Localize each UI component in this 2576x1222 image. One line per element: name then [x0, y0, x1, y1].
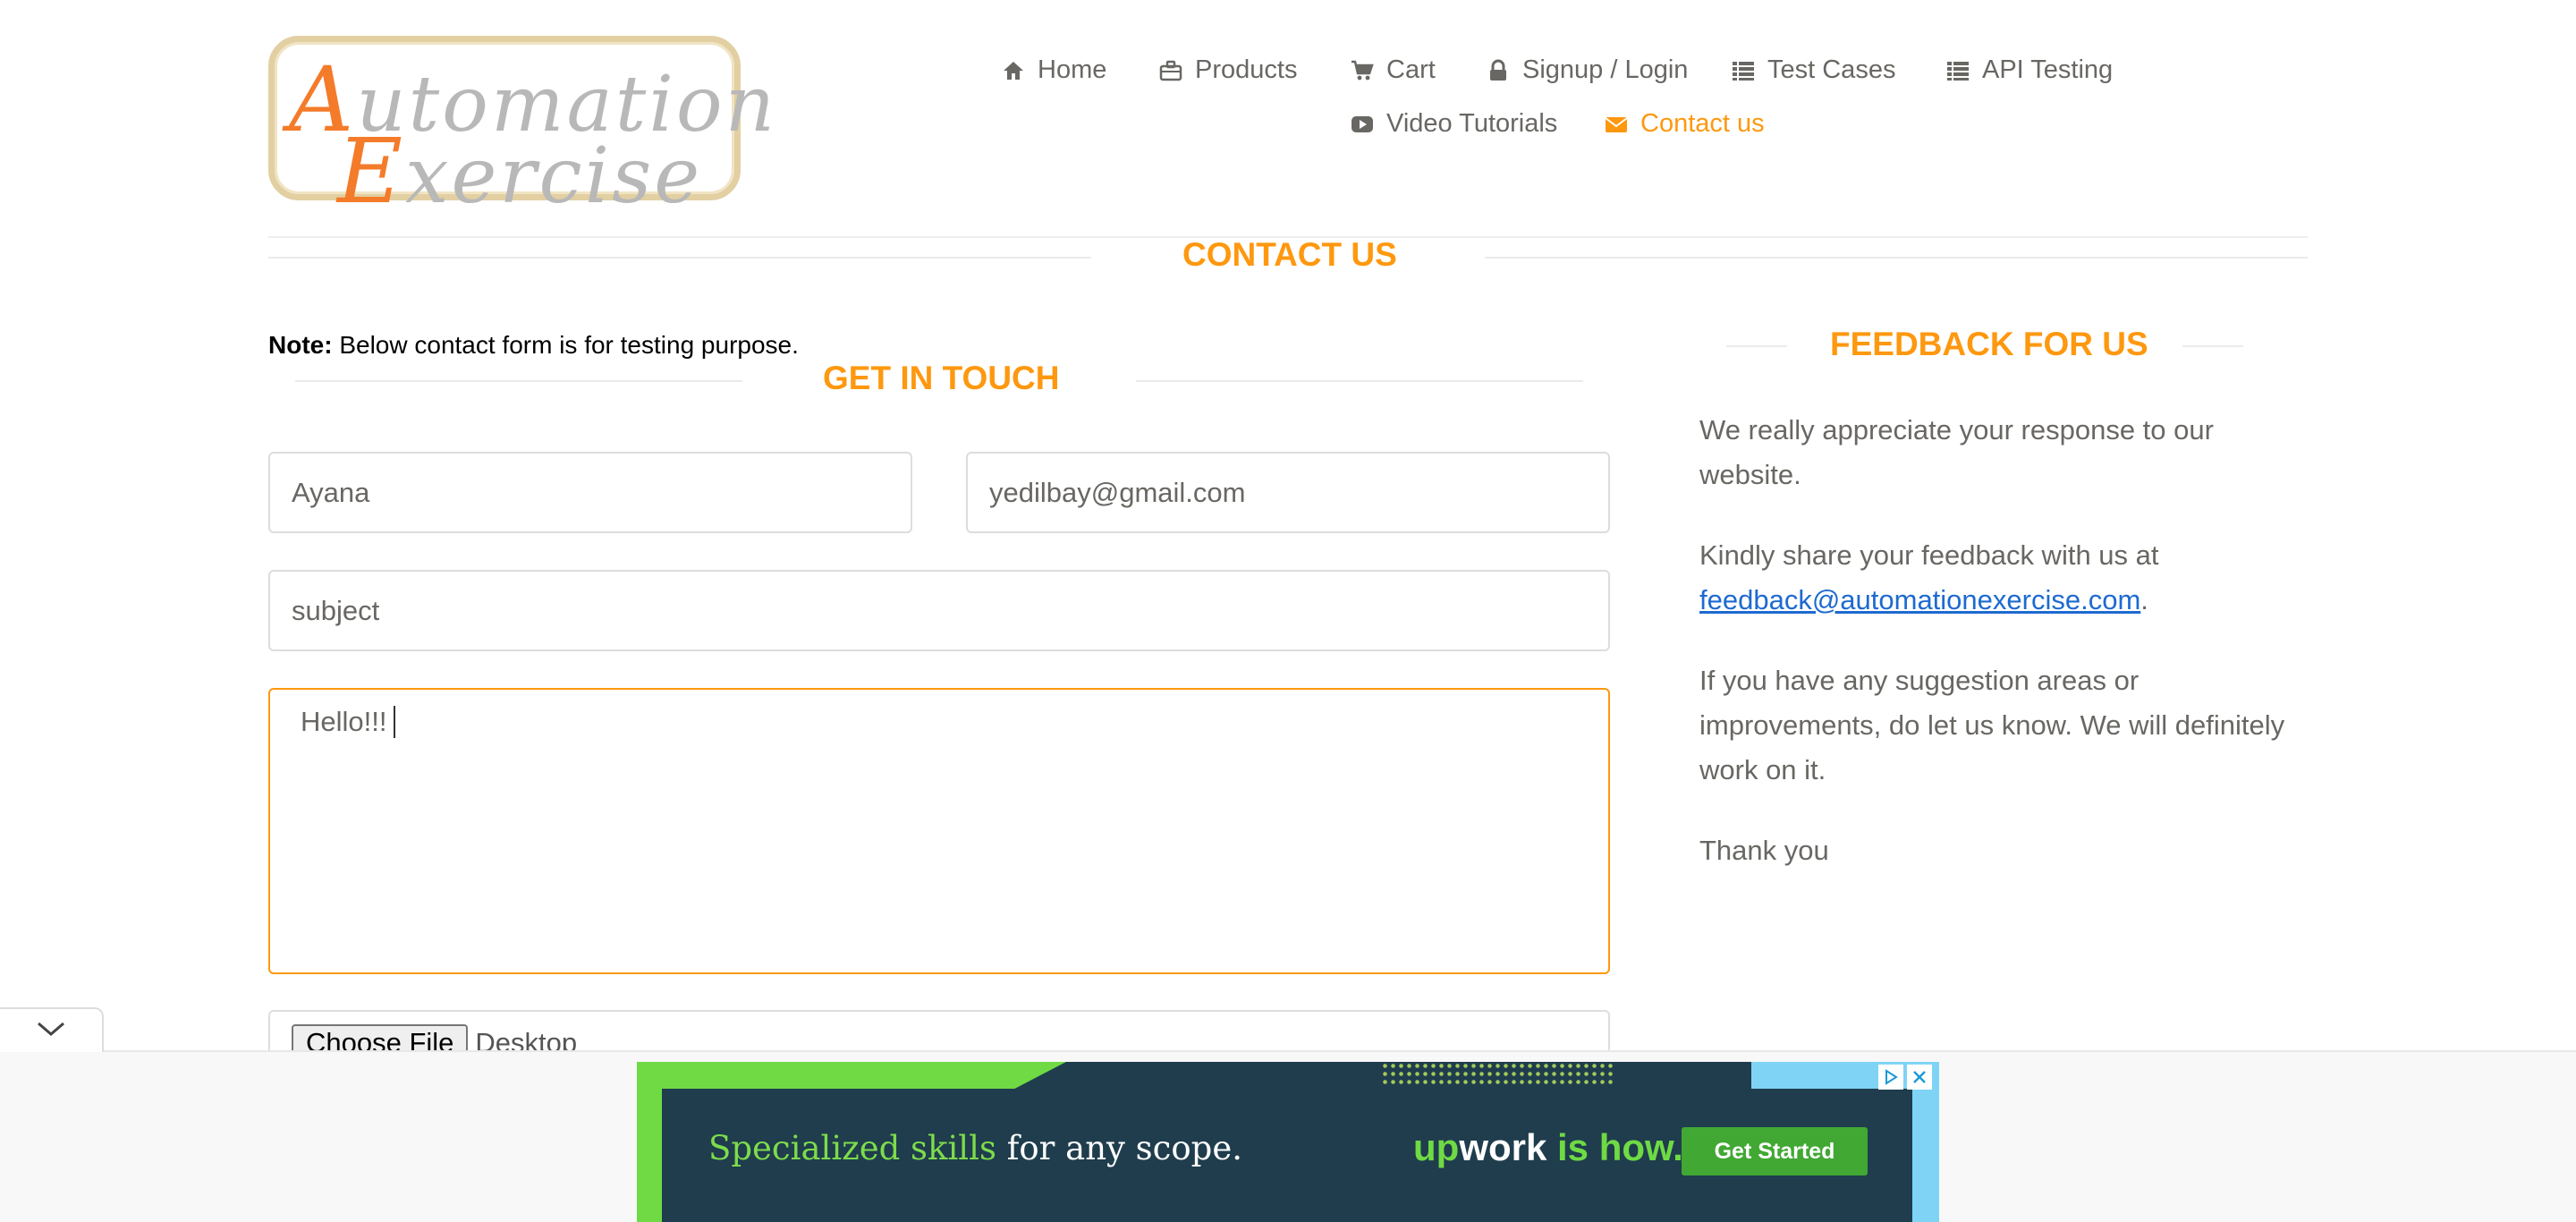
title-line-left — [268, 257, 1091, 259]
list-icon — [1732, 59, 1755, 82]
form-note: Note: Below contact form is for testing … — [268, 331, 799, 359]
ad-get-started-button[interactable]: Get Started — [1682, 1127, 1868, 1175]
nav-home-label: Home — [1038, 55, 1107, 84]
nav-api-testing[interactable]: API Testing — [1946, 55, 2113, 85]
form-title: GET IN TOUCH — [823, 360, 1060, 396]
nav-cart[interactable]: Cart — [1351, 55, 1436, 85]
nav-test-cases-label: Test Cases — [1767, 55, 1896, 84]
nav-test-cases[interactable]: Test Cases — [1732, 55, 1895, 85]
feedback-email-link[interactable]: feedback@automationexercise.com — [1699, 584, 2140, 615]
nav-products-label: Products — [1195, 55, 1298, 84]
feedback-line-right — [2182, 345, 2243, 347]
feedback-title: FEEDBACK FOR US — [1830, 326, 2148, 362]
envelope-icon — [1605, 113, 1628, 136]
list-icon — [1946, 59, 1970, 82]
page-title: CONTACT US — [1182, 236, 1397, 273]
nav-api-testing-label: API Testing — [1982, 55, 2114, 84]
feedback-line-left — [1726, 345, 1787, 347]
nav-video-tutorials-label: Video Tutorials — [1386, 109, 1558, 138]
text-caret — [394, 706, 396, 738]
logo-line-2: Exercise — [337, 119, 703, 224]
ad-decor-dots — [1381, 1062, 1615, 1087]
chevron-down-icon — [36, 1020, 66, 1042]
cart-icon — [1351, 59, 1374, 82]
nav-products[interactable]: Products — [1159, 55, 1297, 85]
feedback-paragraph-3: If you have any suggestion areas or impr… — [1699, 665, 2285, 785]
nav-signup-login[interactable]: Signup / Login — [1487, 55, 1688, 85]
lock-icon — [1487, 59, 1510, 82]
home-icon — [1002, 59, 1025, 82]
title-line-right — [1485, 257, 2308, 259]
ad-headline: Specialized skills for any scope. — [708, 1129, 1243, 1167]
feedback-paragraph-4: Thank you — [1699, 835, 1829, 866]
feedback-paragraph-1: We really appreciate your response to ou… — [1699, 414, 2214, 490]
ad-brand-logo: upwork is how. — [1413, 1126, 1683, 1168]
nav-contact-us[interactable]: Contact us — [1605, 109, 1765, 139]
nav-video-tutorials[interactable]: Video Tutorials — [1351, 109, 1557, 139]
ad-close-icon[interactable] — [1907, 1065, 1932, 1090]
message-textarea[interactable]: Hello!!! — [268, 688, 1610, 974]
site-logo[interactable]: Automation Exercise — [268, 36, 775, 224]
youtube-icon — [1351, 113, 1374, 136]
nav-signup-login-label: Signup / Login — [1522, 55, 1689, 84]
nav-cart-label: Cart — [1386, 55, 1436, 84]
name-input[interactable]: Ayana — [268, 452, 912, 533]
nav-contact-us-label: Contact us — [1640, 109, 1765, 138]
message-text: Hello!!! — [301, 706, 387, 737]
nav-home[interactable]: Home — [1002, 55, 1106, 85]
ad-controls — [1878, 1065, 1932, 1090]
ad-decor-green-top — [637, 1062, 1066, 1089]
ad-choices-icon[interactable] — [1878, 1065, 1903, 1090]
ad-collapse-button[interactable] — [0, 1007, 104, 1052]
form-title-line-left — [295, 380, 742, 382]
subject-input[interactable]: subject — [268, 570, 1610, 651]
briefcase-icon — [1159, 59, 1182, 82]
feedback-paragraph-2: Kindly share your feedback with us at fee… — [1699, 539, 2159, 615]
form-title-line-right — [1136, 380, 1583, 382]
email-input[interactable]: yedilbay@gmail.com — [966, 452, 1610, 533]
upwork-ad[interactable]: Specialized skills for any scope. upwork… — [637, 1062, 1939, 1222]
